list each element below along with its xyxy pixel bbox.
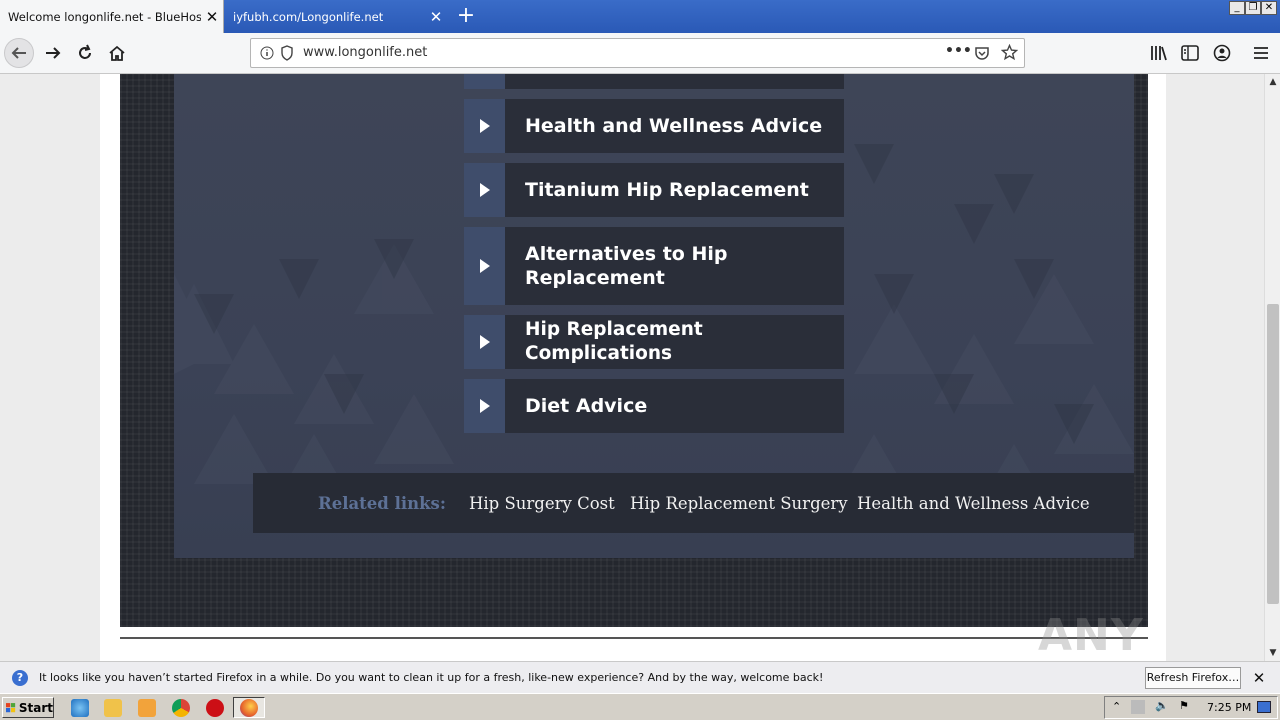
- clock: 7:25 PM: [1207, 701, 1252, 714]
- related-link-health-wellness[interactable]: Health and Wellness Advice: [857, 494, 1090, 513]
- tab-iyfubh[interactable]: iyfubh.com/Longonlife.net ✕: [225, 0, 447, 33]
- flag-icon[interactable]: ⚑: [1179, 699, 1189, 712]
- back-button[interactable]: [4, 38, 34, 68]
- arrow-box: [464, 74, 505, 89]
- close-icon[interactable]: ✕: [201, 8, 223, 26]
- menu-item-label: Titanium Hip Replacement: [525, 179, 809, 201]
- menu-item-label: Health and Wellness Advice: [525, 115, 823, 137]
- new-tab-button[interactable]: +: [452, 3, 480, 29]
- related-link-hip-replacement-surgery[interactable]: Hip Replacement Surgery: [630, 494, 848, 513]
- reload-button[interactable]: [70, 38, 100, 68]
- taskbar: Start ⌃ 🔈 ⚑ 7:25 PM: [0, 693, 1280, 720]
- menu-item-label: Alternatives to Hip Replacement: [525, 243, 728, 289]
- tab-title: Welcome longonlife.net - BlueHost.com: [8, 9, 201, 24]
- home-icon: [109, 45, 125, 61]
- play-arrow-icon: [464, 315, 505, 369]
- related-links-bar: Related links: Hip Surgery Cost Hip Repl…: [253, 473, 1134, 533]
- content-panel: Health and Wellness Advice Titanium Hip …: [174, 74, 1134, 558]
- menu-item-health-wellness[interactable]: Health and Wellness Advice: [464, 99, 844, 153]
- windows-logo-icon: [6, 702, 16, 712]
- show-desktop-icon[interactable]: [1257, 701, 1271, 713]
- scroll-thumb[interactable]: [1267, 304, 1279, 604]
- question-icon: ?: [12, 670, 28, 686]
- start-button[interactable]: Start: [2, 697, 54, 718]
- menu-icon[interactable]: [1253, 45, 1269, 61]
- home-button[interactable]: [102, 38, 132, 68]
- tab-welcome-longonlife[interactable]: Welcome longonlife.net - BlueHost.com ✕: [0, 0, 224, 33]
- url-text: www.longonlife.net: [303, 45, 428, 60]
- close-icon[interactable]: ✕: [1250, 667, 1268, 689]
- taskbar-firefox-active[interactable]: [233, 697, 265, 718]
- opera-icon[interactable]: [206, 699, 224, 717]
- tab-bar: Welcome longonlife.net - BlueHost.com ✕ …: [0, 0, 1280, 33]
- menu-item-diet-advice[interactable]: Diet Advice: [464, 379, 844, 433]
- forward-button[interactable]: [38, 38, 68, 68]
- start-label: Start: [18, 700, 53, 715]
- scroll-up-icon[interactable]: ▲: [1265, 74, 1280, 90]
- page-viewport: Health and Wellness Advice Titanium Hip …: [0, 74, 1264, 661]
- arrow-right-icon: [46, 47, 61, 59]
- play-arrow-icon: [464, 227, 505, 305]
- related-links-label: Related links:: [318, 493, 446, 513]
- notification-message: It looks like you haven’t started Firefo…: [39, 671, 824, 684]
- media-player-icon[interactable]: [138, 699, 156, 717]
- maximize-button[interactable]: ❐: [1245, 1, 1261, 15]
- menu-item-partial[interactable]: [464, 74, 844, 89]
- system-tray: ⌃ 🔈 ⚑ 7:25 PM: [1104, 696, 1278, 719]
- play-arrow-icon: [464, 99, 505, 153]
- menu-item-label: Diet Advice: [525, 395, 648, 417]
- menu-item-complications[interactable]: Hip Replacement Complications: [464, 315, 844, 369]
- internet-explorer-icon[interactable]: [71, 699, 89, 717]
- play-arrow-icon: [464, 163, 505, 217]
- network-icon[interactable]: [1131, 700, 1145, 714]
- star-icon[interactable]: [1001, 44, 1018, 61]
- notification-bar: ? It looks like you haven’t started Fire…: [0, 661, 1280, 693]
- close-icon[interactable]: ✕: [425, 8, 447, 26]
- pocket-icon[interactable]: [974, 45, 990, 61]
- vertical-scrollbar[interactable]: ▲ ▼: [1264, 74, 1280, 661]
- tab-title: iyfubh.com/Longonlife.net: [233, 9, 384, 24]
- firefox-icon: [240, 699, 258, 717]
- navigation-toolbar: www.longonlife.net •••: [0, 33, 1280, 74]
- related-link-hip-surgery-cost[interactable]: Hip Surgery Cost: [469, 494, 615, 513]
- watermark-logo: ANY RUN: [1038, 610, 1144, 661]
- volume-icon[interactable]: 🔈: [1155, 699, 1169, 712]
- shield-icon[interactable]: [280, 45, 294, 61]
- minimize-button[interactable]: _: [1229, 1, 1245, 15]
- play-arrow-icon: [464, 379, 505, 433]
- folder-icon[interactable]: [104, 699, 122, 717]
- account-icon[interactable]: [1213, 44, 1231, 62]
- page-container: Health and Wellness Advice Titanium Hip …: [100, 74, 1166, 661]
- dark-frame: Health and Wellness Advice Titanium Hip …: [120, 74, 1148, 627]
- menu-item-label: Hip Replacement Complications: [525, 319, 703, 364]
- reload-icon: [79, 44, 91, 59]
- menu-item-alternatives[interactable]: Alternatives to Hip Replacement: [464, 227, 844, 305]
- window-close-button[interactable]: ✕: [1261, 1, 1277, 15]
- sidebar-icon[interactable]: [1181, 45, 1199, 61]
- refresh-firefox-button[interactable]: Refresh Firefox…: [1145, 667, 1241, 689]
- chevron-up-icon[interactable]: ⌃: [1112, 700, 1121, 713]
- arrow-left-icon: [11, 47, 26, 59]
- address-bar[interactable]: www.longonlife.net •••: [250, 38, 1025, 68]
- info-icon[interactable]: [260, 46, 274, 60]
- divider: [120, 637, 1148, 639]
- scroll-down-icon[interactable]: ▼: [1265, 645, 1280, 661]
- chrome-icon[interactable]: [172, 699, 190, 717]
- menu-item-titanium-hip[interactable]: Titanium Hip Replacement: [464, 163, 844, 217]
- more-icon[interactable]: •••: [945, 43, 972, 59]
- library-icon[interactable]: [1150, 45, 1168, 61]
